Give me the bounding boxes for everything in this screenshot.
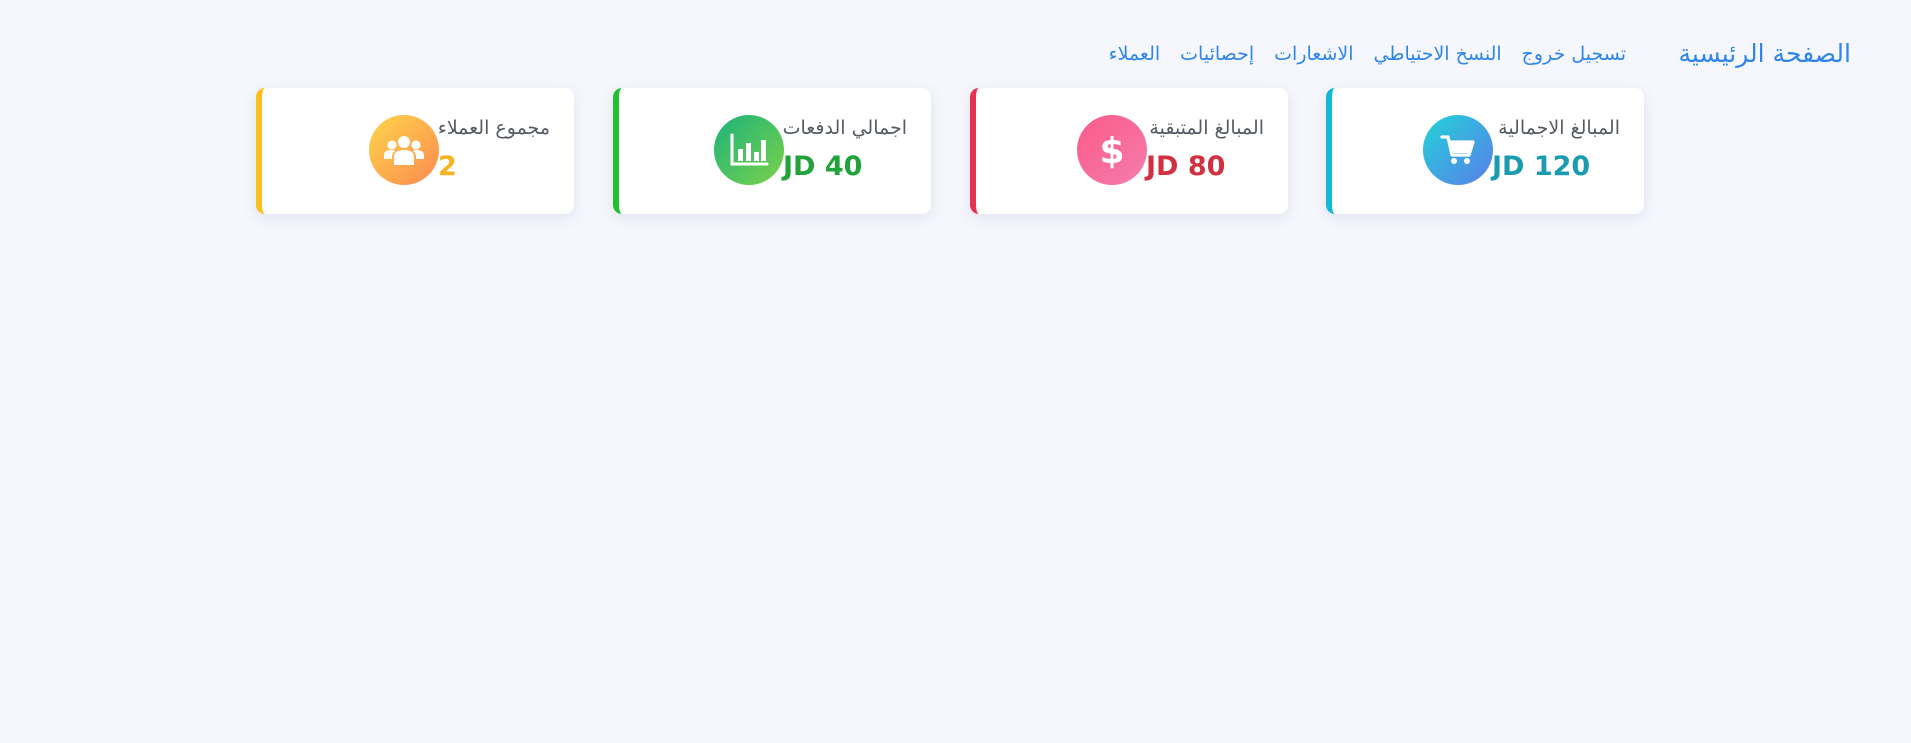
- dollar-icon: $: [1077, 115, 1147, 185]
- nav-link-logout[interactable]: تسجيل خروج: [1522, 41, 1626, 67]
- nav-link-customers[interactable]: العملاء: [1109, 41, 1161, 67]
- nav-links: العملاء إحصائيات الاشعارات النسخ الاحتيا…: [1109, 41, 1626, 67]
- card-total-customers: مجموع العملاء 2: [256, 88, 574, 214]
- card-total-payments: اجمالي الدفعات JD 40: [613, 88, 931, 214]
- card-label: المبالغ الاجمالية: [1498, 117, 1620, 139]
- card-label: المبالغ المتبقية: [1149, 117, 1264, 139]
- nav-link-statistics[interactable]: إحصائيات: [1180, 41, 1254, 67]
- svg-text:$: $: [1099, 131, 1124, 170]
- card-label: مجموع العملاء: [437, 117, 550, 139]
- shopping-cart-icon: [1423, 115, 1493, 185]
- nav-link-notifications[interactable]: الاشعارات: [1274, 41, 1353, 67]
- card-total-amounts: المبالغ الاجمالية JD 120: [1326, 88, 1644, 214]
- card-label: اجمالي الدفعات: [782, 117, 907, 139]
- brand-home-link[interactable]: الصفحة الرئيسية: [1679, 39, 1852, 69]
- top-navbar: الصفحة الرئيسية العملاء إحصائيات الاشعار…: [0, 34, 1911, 74]
- card-value: JD 80: [1146, 151, 1226, 182]
- bar-chart-icon: [714, 115, 784, 185]
- users-icon: [369, 115, 439, 185]
- card-value: JD 40: [783, 151, 863, 182]
- card-remaining-amounts: المبالغ المتبقية $ JD 80: [970, 88, 1288, 214]
- card-value: 2: [438, 151, 457, 182]
- nav-link-backup[interactable]: النسخ الاحتياطي: [1374, 41, 1502, 67]
- card-value: JD 120: [1492, 151, 1591, 182]
